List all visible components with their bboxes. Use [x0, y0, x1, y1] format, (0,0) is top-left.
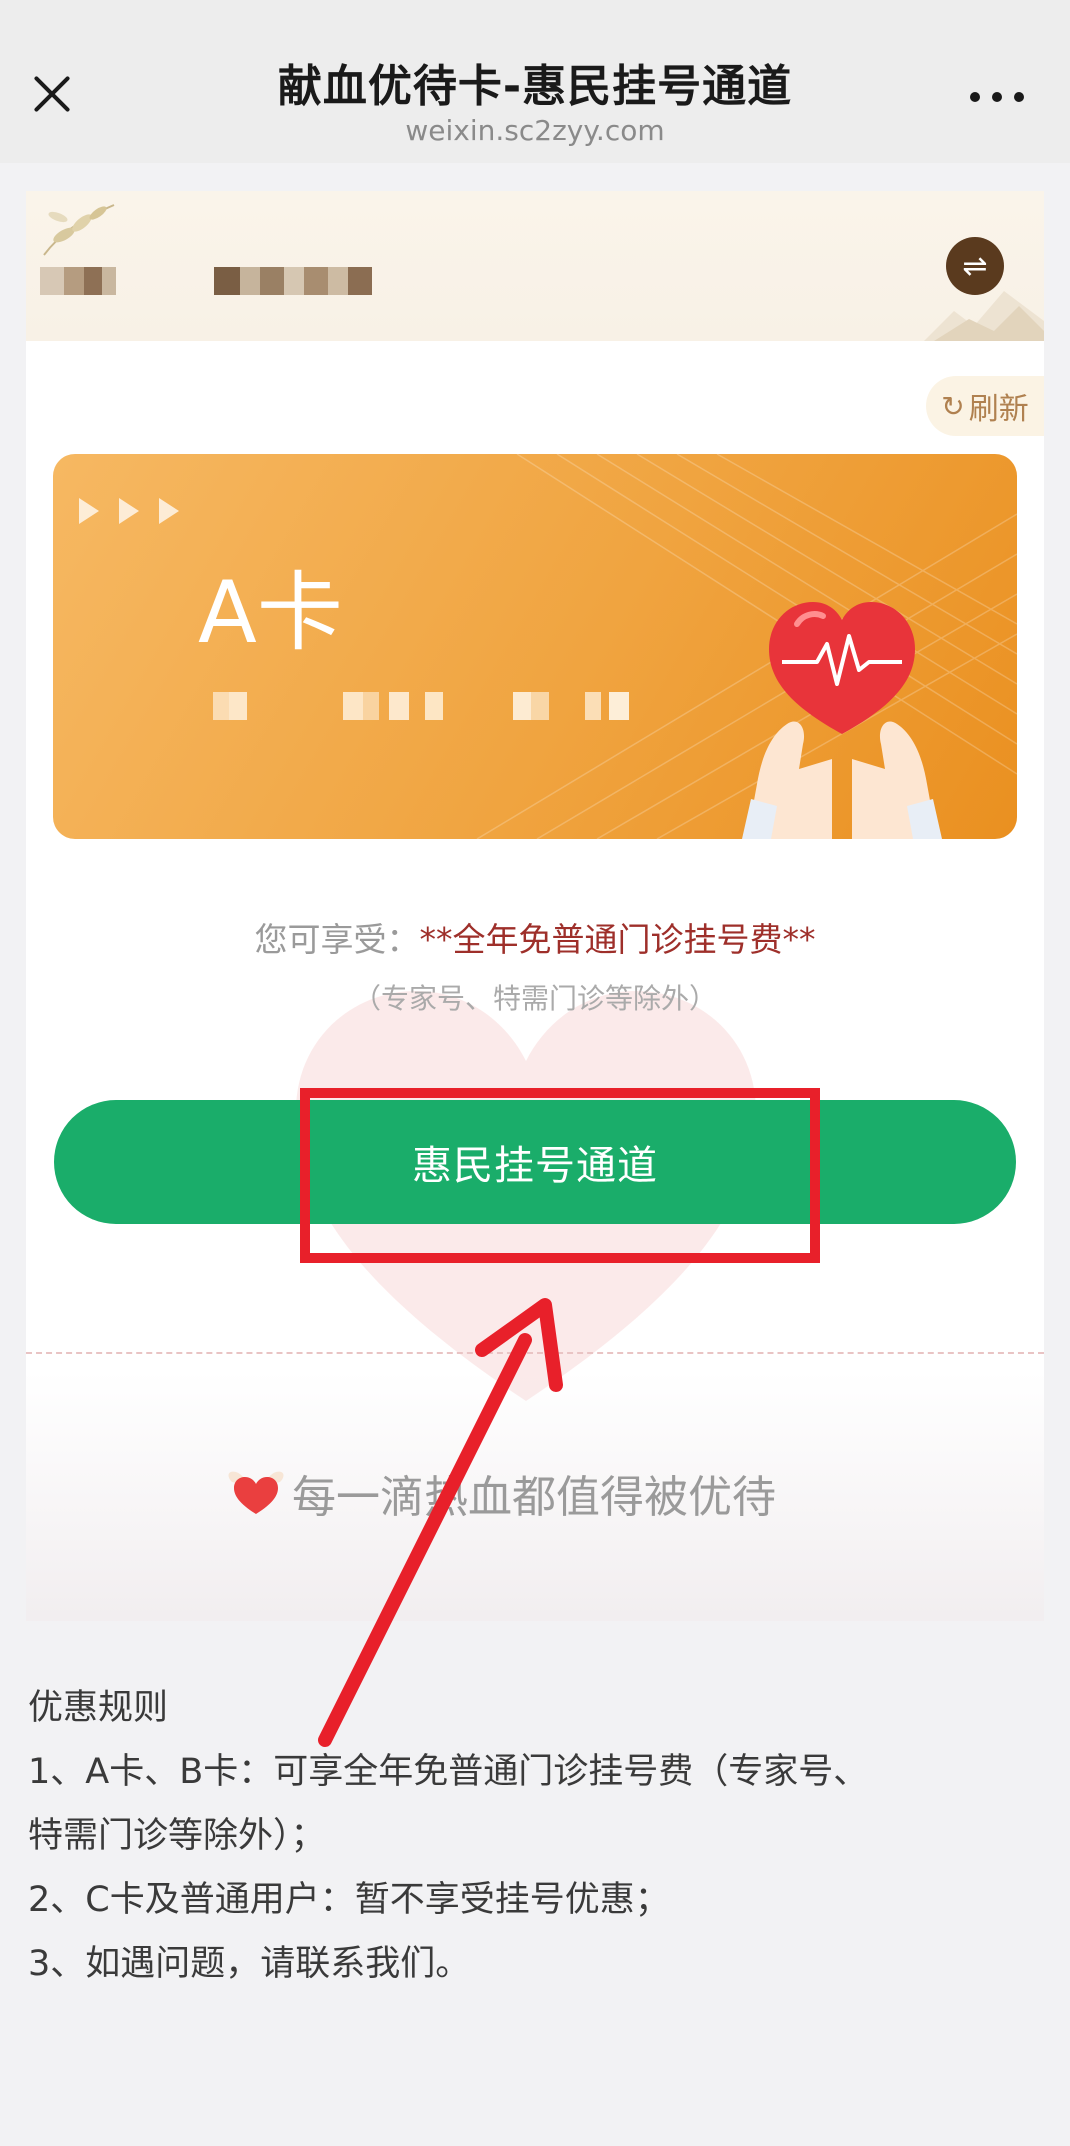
annotation-highlight-box — [300, 1088, 820, 1263]
swap-icon: ⇌ — [962, 248, 988, 284]
page-body: ⇌ ↻ 刷新 A卡 您可享受：**全年免普通门诊挂号费** （专家号、特需门诊等… — [0, 163, 1070, 2146]
page-title: 献血优待卡-惠民挂号通道 — [277, 61, 793, 112]
nav-bar: 献血优待卡-惠民挂号通道 weixin.sc2zyy.com — [0, 0, 1070, 163]
winged-heart-icon — [228, 1471, 284, 1514]
slogan: 每一滴热血都值得被优待 — [226, 1461, 776, 1525]
refresh-button[interactable]: ↻ 刷新 — [926, 376, 1044, 436]
discount-rules: 优惠规则 1、A卡、B卡：可享全年免普通门诊挂号费（专家号、 特需门诊等除外）；… — [28, 1676, 1048, 1996]
benefit-highlight: **全年免普通门诊挂号费** — [419, 920, 816, 959]
benefit-prefix: 您可享受： — [254, 920, 420, 959]
user-info-header: ⇌ — [26, 191, 1044, 341]
refresh-label: 刷新 — [968, 392, 1029, 427]
rule-item: 特需门诊等除外）； — [28, 1816, 326, 1856]
dashed-divider — [26, 1352, 1044, 1354]
a-card: A卡 — [53, 454, 1017, 839]
rules-title: 优惠规则 — [28, 1688, 169, 1728]
slogan-text: 每一滴热血都值得被优待 — [292, 1472, 776, 1523]
swap-card-button[interactable]: ⇌ — [946, 237, 1004, 295]
card-type-title: A卡 — [198, 563, 343, 663]
refresh-icon: ↻ — [941, 389, 965, 423]
leaf-decoration-icon — [43, 204, 115, 256]
membership-card-panel: ⇌ ↻ 刷新 A卡 您可享受：**全年免普通门诊挂号费** （专家号、特需门诊等… — [26, 191, 1044, 1621]
heart-in-hands-icon — [742, 602, 942, 839]
more-icon[interactable] — [970, 92, 1024, 104]
benefit-text: 您可享受：**全年免普通门诊挂号费** — [26, 913, 1044, 961]
page-url: weixin.sc2zyy.com — [405, 114, 665, 147]
benefit-note: （专家号、特需门诊等除外） — [352, 982, 717, 1015]
arrow-decoration-icon — [79, 498, 199, 524]
rule-item: 3、如遇问题，请联系我们。 — [28, 1944, 471, 1984]
rule-item: 1、A卡、B卡：可享全年免普通门诊挂号费（专家号、 — [28, 1752, 869, 1792]
rule-item: 2、C卡及普通用户：暂不享受挂号优惠； — [28, 1880, 670, 1920]
